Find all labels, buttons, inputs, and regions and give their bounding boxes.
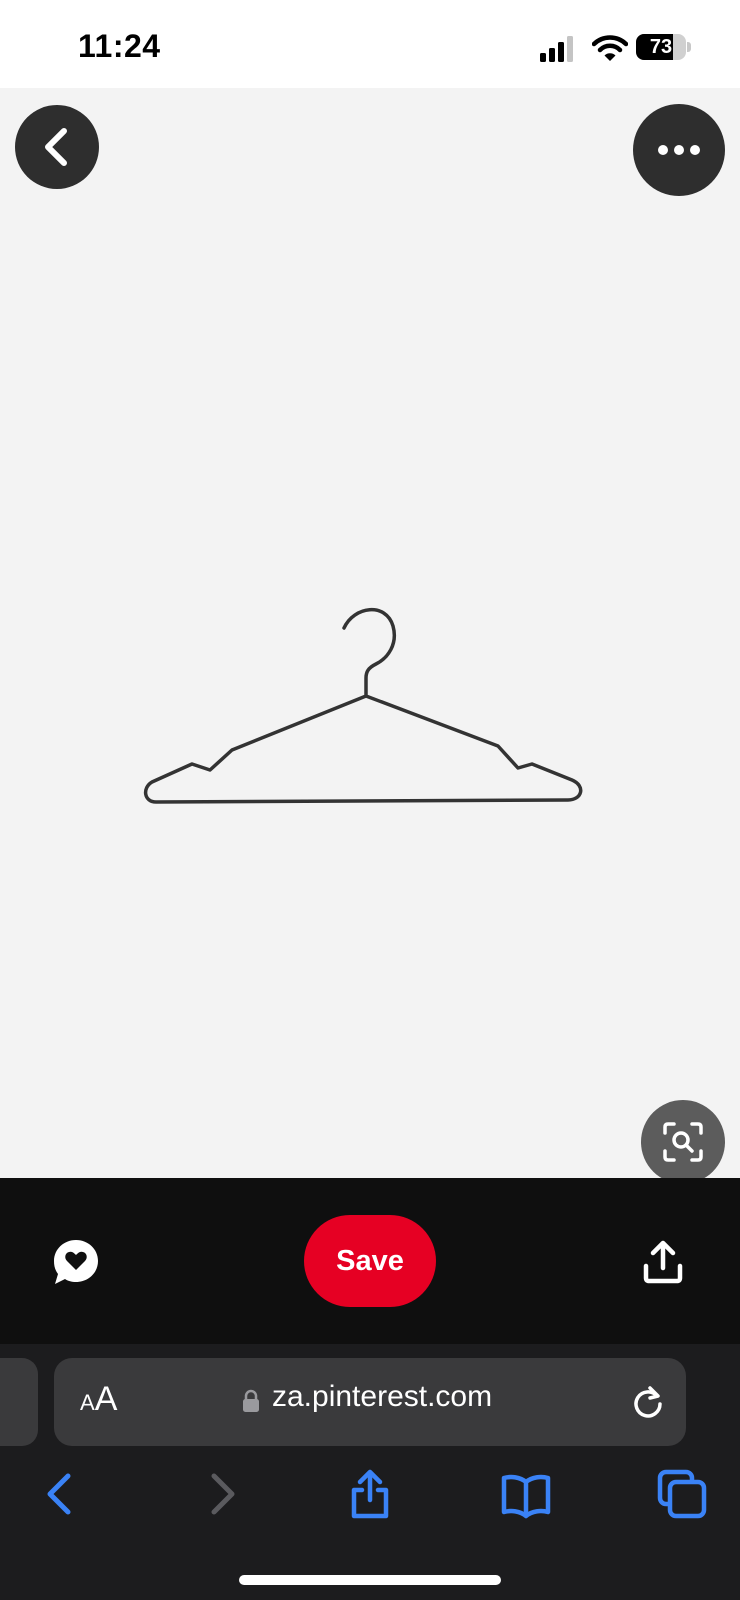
battery-percent: 73 [649, 36, 673, 58]
browser-toolbar [0, 1452, 740, 1600]
url-text: za.pinterest.com [272, 1380, 493, 1413]
speech-bubble-heart-icon[interactable] [52, 1238, 100, 1286]
browser-address-area: AA za.pinterest.com [0, 1344, 740, 1452]
more-options-button[interactable] [633, 104, 725, 196]
cellular-signal-icon [540, 36, 573, 62]
visual-search-icon [663, 1122, 703, 1162]
visual-search-button[interactable] [641, 1100, 725, 1184]
reload-icon[interactable] [630, 1384, 666, 1420]
ellipsis-icon [658, 145, 700, 155]
pin-action-bar: Save [0, 1178, 740, 1345]
battery-icon: 73 [636, 34, 692, 62]
hanger-icon [143, 608, 583, 804]
address-bar[interactable]: AA za.pinterest.com [54, 1358, 686, 1446]
text-size-button[interactable]: AA [80, 1380, 117, 1419]
back-arrow-icon[interactable] [36, 1468, 88, 1520]
save-button[interactable]: Save [304, 1215, 436, 1307]
previous-tab-preview[interactable] [0, 1358, 38, 1446]
status-time: 11:24 [78, 28, 161, 64]
home-indicator[interactable] [239, 1575, 501, 1585]
wifi-icon [592, 35, 628, 61]
status-bar: 11:24 73 [0, 0, 740, 88]
chevron-left-icon [45, 128, 67, 166]
share-icon[interactable] [344, 1468, 396, 1520]
tabs-icon[interactable] [656, 1468, 708, 1520]
lock-icon [243, 1389, 259, 1412]
share-upload-icon[interactable] [642, 1240, 684, 1284]
forward-arrow-icon[interactable] [194, 1468, 246, 1520]
pin-image[interactable] [0, 88, 740, 1184]
bookmarks-icon[interactable] [500, 1468, 552, 1520]
back-button[interactable] [15, 105, 99, 189]
